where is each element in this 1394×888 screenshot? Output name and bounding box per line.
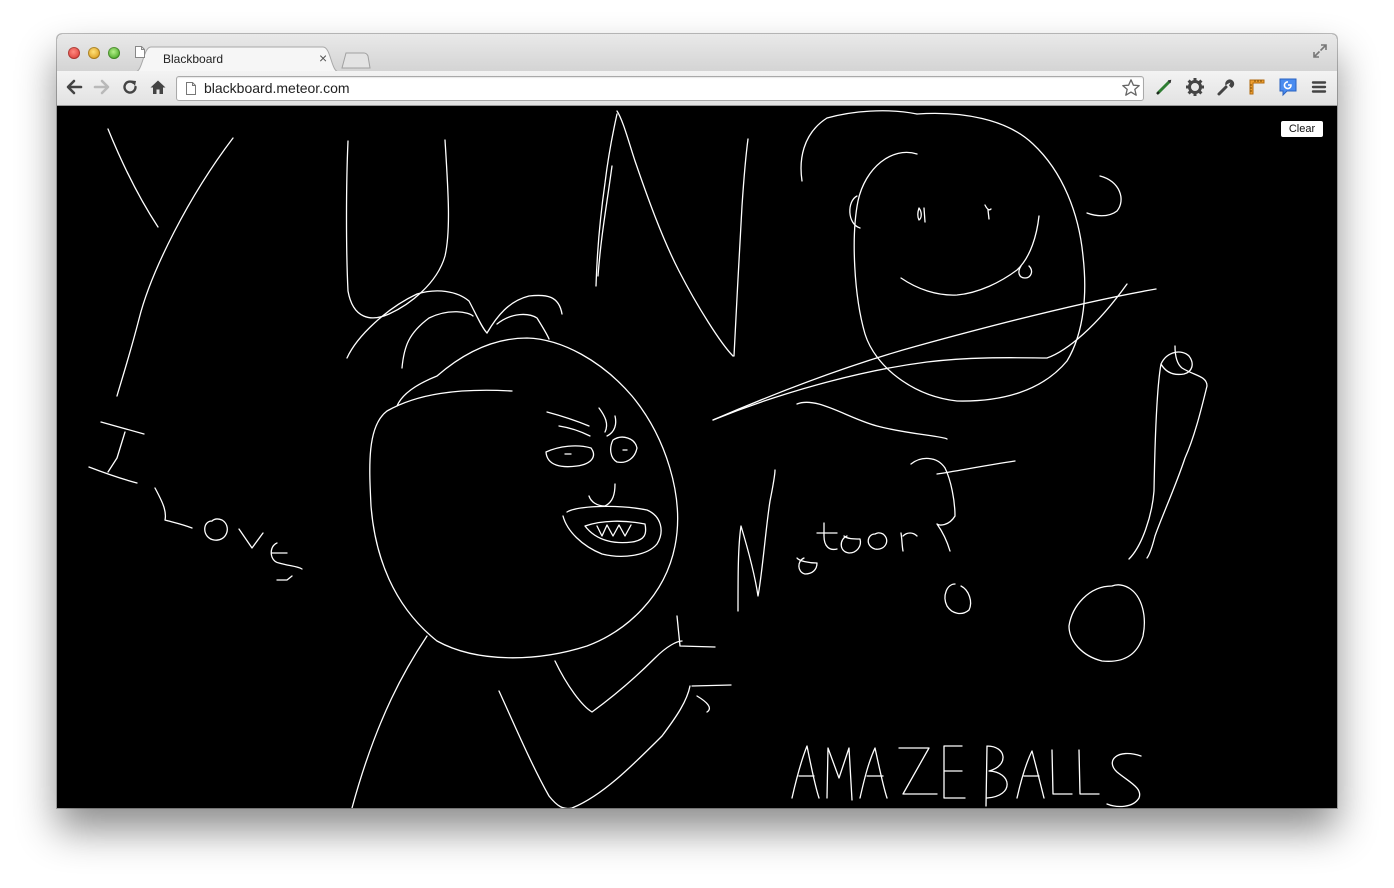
- stroke-amazeballs-a1: [791, 745, 820, 799]
- stroke-meme-hair-left: [346, 290, 488, 359]
- gear-icon: [1186, 78, 1204, 96]
- stroke-meteor-t: [816, 522, 838, 551]
- stroke-meteor-o: [867, 532, 888, 550]
- stroke-meme-arm: [554, 640, 683, 713]
- chalk-drawing: [88, 110, 1208, 808]
- forward-arrow-icon: [93, 79, 110, 95]
- stroke-meteor-e1: [796, 557, 818, 575]
- stroke-yuno-neck: [796, 401, 948, 440]
- stroke-y-right: [116, 137, 234, 397]
- settings-button[interactable]: [1184, 76, 1206, 98]
- stroke-meme-brow-left: [546, 411, 590, 427]
- stroke-meme-body-right: [498, 685, 691, 808]
- ruler-extension-icon: [1249, 79, 1265, 95]
- stroke-meteor-m: [737, 469, 776, 612]
- stroke-meme-brow-right: [598, 407, 617, 437]
- title-bar: Blackboard ×: [57, 34, 1337, 72]
- forward-button[interactable]: [91, 76, 113, 98]
- stroke-y-left: [107, 128, 159, 228]
- minimize-window-button[interactable]: [88, 47, 100, 59]
- stroke-meme-hair-mid: [401, 311, 474, 369]
- back-arrow-icon: [66, 79, 83, 95]
- stroke-amazeballs-a3: [1016, 750, 1045, 799]
- stroke-yuno-head-main: [853, 112, 1086, 402]
- translate-extension-button[interactable]: [1277, 76, 1299, 98]
- page-icon: [186, 82, 196, 95]
- menu-icon: [1311, 81, 1327, 93]
- stroke-n-right: [733, 138, 749, 357]
- stroke-meme-mouth-outer: [562, 505, 662, 557]
- fullscreen-icon[interactable]: [1312, 43, 1328, 59]
- stroke-amazeballs-l1: [1051, 749, 1073, 795]
- close-window-button[interactable]: [68, 47, 80, 59]
- stroke-yuno-eye-right: [984, 204, 992, 220]
- back-button[interactable]: [63, 76, 85, 98]
- clear-button[interactable]: Clear: [1281, 121, 1323, 137]
- stroke-amazeballs-b: [985, 745, 1008, 807]
- zoom-window-button[interactable]: [108, 47, 120, 59]
- stroke-love-v: [238, 528, 264, 549]
- stroke-yuno-smile: [900, 215, 1040, 296]
- stroke-love-e: [270, 542, 303, 581]
- page-icon: [135, 46, 145, 58]
- stroke-love-l: [154, 487, 193, 529]
- url-input[interactable]: [204, 80, 1104, 96]
- stroke-amazeballs-e: [943, 745, 966, 799]
- stroke-amazeballs-a2: [859, 747, 888, 799]
- home-icon: [150, 80, 166, 94]
- stroke-meme-nose: [588, 483, 616, 507]
- stroke-amazeballs-z: [898, 747, 938, 795]
- stroke-exclaim-right: [1146, 345, 1208, 559]
- stroke-i: [88, 421, 145, 484]
- stroke-slash: [712, 288, 1157, 421]
- stroke-amazeballs-s: [1106, 752, 1142, 808]
- stroke-question-dot: [944, 583, 972, 615]
- stroke-meteor-e2: [840, 535, 862, 554]
- pen-extension-button[interactable]: [1153, 76, 1175, 98]
- stroke-question-cross: [936, 460, 1016, 475]
- stroke-meme-teeth: [596, 524, 632, 537]
- home-button[interactable]: [147, 76, 169, 98]
- stroke-exclaim-dot: [1068, 584, 1145, 662]
- stroke-meme-hair-tip: [496, 313, 550, 340]
- stroke-amazeballs-m: [826, 747, 853, 801]
- tab-blackboard[interactable]: Blackboard ×: [135, 46, 339, 72]
- stroke-meme-brow-left-2: [558, 425, 591, 437]
- translate-extension-icon: [1279, 78, 1297, 97]
- stroke-yuno-head: [800, 110, 918, 182]
- browser-toolbar: [57, 71, 1337, 106]
- stroke-yuno-ear-right: [1086, 175, 1122, 217]
- wrench-icon: [1217, 79, 1235, 96]
- stroke-yuno-eye-left: [917, 207, 926, 223]
- reload-icon: [123, 80, 137, 94]
- stroke-meme-body-left: [351, 635, 428, 808]
- new-tab-button[interactable]: [341, 51, 371, 69]
- stroke-meme-eye-right: [610, 436, 638, 464]
- pen-extension-icon: [1156, 79, 1172, 95]
- stroke-amazeballs-l2: [1078, 749, 1100, 795]
- wrench-button[interactable]: [1215, 76, 1237, 98]
- stroke-yuno-tongue: [1018, 265, 1033, 279]
- stroke-exclaim: [1128, 351, 1193, 560]
- stroke-meme-head: [369, 337, 679, 659]
- ruler-extension-button[interactable]: [1246, 76, 1268, 98]
- stroke-n-diag: [616, 110, 734, 357]
- tab-title: Blackboard: [163, 52, 224, 66]
- stroke-meteor-r: [900, 532, 918, 552]
- blackboard-canvas[interactable]: Clear: [57, 106, 1337, 808]
- address-bar[interactable]: [176, 76, 1144, 101]
- stroke-meme-fist: [676, 615, 732, 713]
- browser-window: Blackboard × blackboard.meteor.com Clear: [57, 34, 1337, 808]
- reload-button[interactable]: [119, 76, 141, 98]
- stroke-slash-two: [712, 283, 1128, 421]
- stroke-meme-eye-left: [545, 445, 595, 468]
- stroke-love-o: [204, 518, 228, 541]
- menu-button[interactable]: [1308, 76, 1330, 98]
- tab-close-icon[interactable]: ×: [319, 50, 327, 66]
- bookmark-star-icon[interactable]: [1121, 78, 1141, 98]
